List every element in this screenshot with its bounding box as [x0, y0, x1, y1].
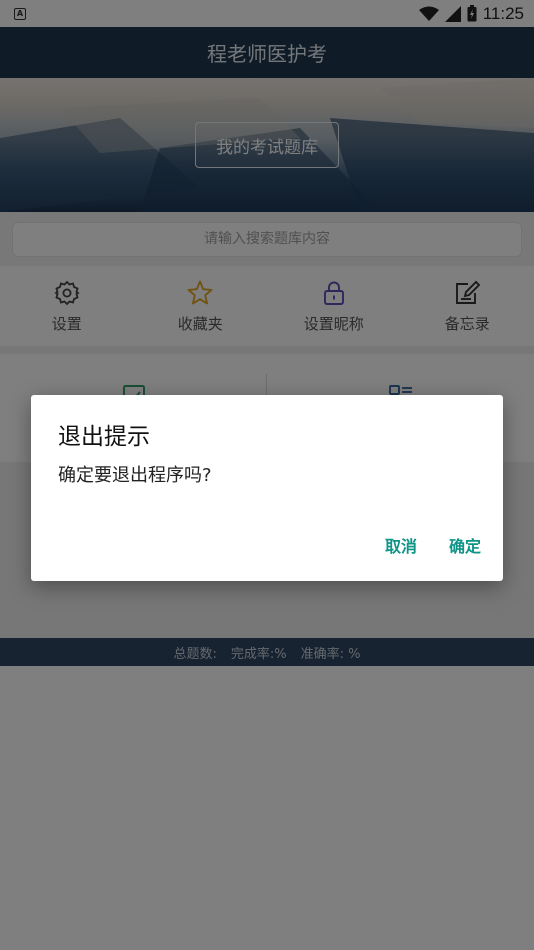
exit-dialog: 退出提示 确定要退出程序吗? 取消 确定	[31, 395, 503, 581]
dialog-actions: 取消 确定	[377, 527, 489, 563]
confirm-button[interactable]: 确定	[441, 527, 489, 563]
dialog-message: 确定要退出程序吗?	[58, 465, 212, 486]
dialog-title: 退出提示	[58, 424, 150, 450]
cancel-button[interactable]: 取消	[377, 527, 425, 563]
